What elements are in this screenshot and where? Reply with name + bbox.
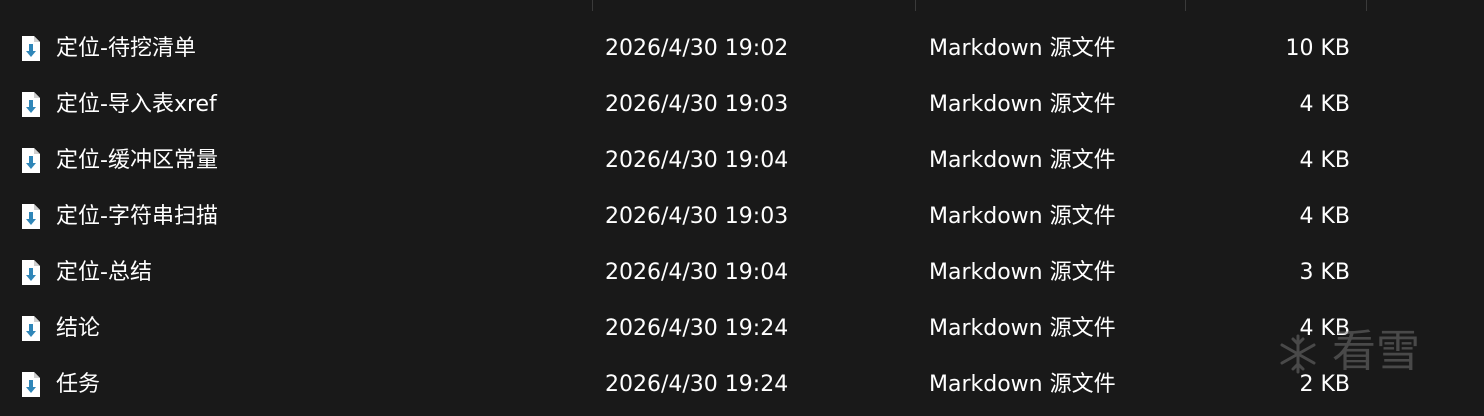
watermark-text: 看雪 — [1332, 326, 1420, 377]
markdown-file-icon — [21, 259, 41, 286]
column-divider-size[interactable] — [1366, 0, 1367, 11]
file-type: Markdown 源文件 — [929, 204, 1116, 229]
file-row[interactable]: 定位-字符串扫描 2026/4/30 19:03 Markdown 源文件 4 … — [0, 189, 1484, 245]
markdown-file-icon — [21, 147, 41, 174]
file-type: Markdown 源文件 — [929, 148, 1116, 173]
file-size: 4 KB — [1299, 92, 1350, 117]
file-modified-date: 2026/4/30 19:02 — [605, 36, 789, 61]
file-modified-date: 2026/4/30 19:04 — [605, 260, 789, 285]
markdown-file-icon — [21, 371, 41, 398]
file-modified-date: 2026/4/30 19:24 — [605, 372, 789, 397]
snowflake-logo-icon — [1276, 332, 1320, 376]
file-row[interactable]: 定位-待挖清单 2026/4/30 19:02 Markdown 源文件 10 … — [0, 21, 1484, 77]
markdown-file-icon — [21, 315, 41, 342]
file-name[interactable]: 定位-导入表xref — [56, 77, 217, 133]
file-size: 3 KB — [1299, 260, 1350, 285]
file-size: 4 KB — [1299, 204, 1350, 229]
file-type: Markdown 源文件 — [929, 92, 1116, 117]
column-divider-date[interactable] — [915, 0, 916, 11]
file-modified-date: 2026/4/30 19:24 — [605, 316, 789, 341]
file-row[interactable]: 结论 2026/4/30 19:24 Markdown 源文件 4 KB — [0, 301, 1484, 357]
file-size: 4 KB — [1299, 148, 1350, 173]
file-name[interactable]: 定位-待挖清单 — [56, 21, 196, 77]
column-divider-name[interactable] — [592, 0, 593, 11]
column-divider-type[interactable] — [1185, 0, 1186, 11]
file-modified-date: 2026/4/30 19:04 — [605, 148, 789, 173]
file-modified-date: 2026/4/30 19:03 — [605, 204, 789, 229]
column-header-separators — [0, 0, 1484, 12]
file-type: Markdown 源文件 — [929, 36, 1116, 61]
file-type: Markdown 源文件 — [929, 372, 1116, 397]
watermark: 看雪 — [1276, 318, 1466, 384]
markdown-file-icon — [21, 203, 41, 230]
file-row[interactable]: 定位-缓冲区常量 2026/4/30 19:04 Markdown 源文件 4 … — [0, 133, 1484, 189]
file-type: Markdown 源文件 — [929, 316, 1116, 341]
file-type: Markdown 源文件 — [929, 260, 1116, 285]
file-row[interactable]: 任务 2026/4/30 19:24 Markdown 源文件 2 KB — [0, 357, 1484, 413]
file-row[interactable]: 定位-导入表xref 2026/4/30 19:03 Markdown 源文件 … — [0, 77, 1484, 133]
file-name[interactable]: 定位-总结 — [56, 245, 152, 301]
markdown-file-icon — [21, 91, 41, 118]
file-modified-date: 2026/4/30 19:03 — [605, 92, 789, 117]
file-name[interactable]: 任务 — [56, 357, 100, 413]
file-row[interactable]: 定位-总结 2026/4/30 19:04 Markdown 源文件 3 KB — [0, 245, 1484, 301]
file-size: 10 KB — [1285, 36, 1350, 61]
file-list: 定位-待挖清单 2026/4/30 19:02 Markdown 源文件 10 … — [0, 21, 1484, 413]
file-name[interactable]: 定位-缓冲区常量 — [56, 133, 218, 189]
file-name[interactable]: 定位-字符串扫描 — [56, 189, 218, 245]
markdown-file-icon — [21, 35, 41, 62]
file-name[interactable]: 结论 — [56, 301, 100, 357]
